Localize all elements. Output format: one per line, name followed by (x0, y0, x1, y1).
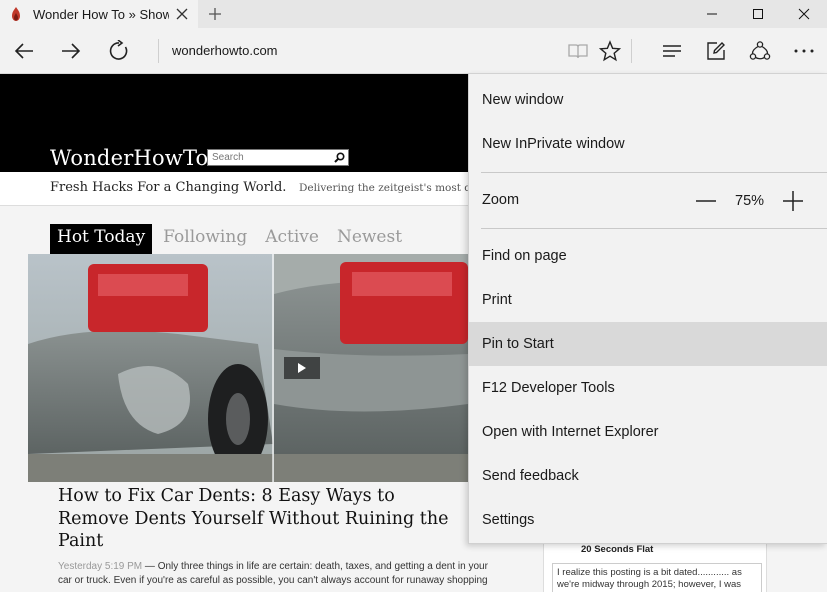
article-time: Yesterday 5:19 PM (58, 561, 143, 572)
tab-hot-today[interactable]: Hot Today (50, 224, 153, 254)
minimize-button[interactable] (689, 0, 735, 28)
minimize-icon (707, 13, 717, 15)
site-logo[interactable]: WonderHowTo (50, 146, 208, 170)
tab-newest[interactable]: Newest (330, 224, 409, 254)
favorite-button[interactable] (595, 36, 625, 66)
side-card-text: I realize this posting is a bit dated...… (552, 563, 762, 592)
back-button[interactable] (9, 36, 39, 66)
share-icon (749, 41, 771, 60)
menu-item-new-inprivate-window[interactable]: New InPrivate window (469, 122, 827, 166)
site-search-placeholder: Search (212, 152, 244, 163)
share-button[interactable] (745, 36, 775, 66)
zoom-out-minus-icon[interactable] (695, 190, 717, 212)
hub-lines-icon (663, 45, 681, 57)
video-play-button[interactable] (284, 357, 320, 379)
site-tagline: Fresh Hacks For a Changing World. (50, 180, 287, 195)
car-dent-photo (28, 254, 468, 482)
zoom-in-plus-icon[interactable] (782, 190, 804, 212)
address-bar[interactable]: wonderhowto.com (172, 43, 278, 58)
forward-button[interactable] (56, 36, 86, 66)
reading-view-button (563, 36, 593, 66)
sidebar-comment-card[interactable]: 20 Seconds Flat I realize this posting i… (543, 540, 767, 592)
refresh-icon (109, 40, 128, 60)
menu-separator (481, 172, 827, 173)
maximize-button[interactable] (735, 0, 781, 28)
close-tab-icon[interactable] (174, 6, 190, 22)
article-excerpt: Yesterday 5:19 PM — Only three things in… (58, 560, 504, 588)
tab-title: Wonder How To » Show (33, 6, 169, 22)
refresh-button[interactable] (104, 36, 134, 66)
navigation-toolbar: wonderhowto.com (0, 28, 827, 74)
side-card-title: 20 Seconds Flat (581, 544, 654, 555)
hub-button[interactable] (657, 36, 687, 66)
close-icon (798, 8, 810, 20)
more-dots-icon (794, 49, 814, 53)
zoom-value: 75% (735, 193, 765, 209)
close-window-button[interactable] (781, 0, 827, 28)
forward-arrow-icon (62, 43, 81, 59)
zoom-label: Zoom (482, 192, 520, 208)
article-hero-image[interactable] (28, 254, 468, 482)
menu-item-find-on-page[interactable]: Find on page (469, 234, 827, 278)
tab-following[interactable]: Following (156, 224, 254, 254)
search-icon[interactable] (334, 152, 345, 163)
reading-view-book-icon (568, 44, 588, 59)
title-bar: Wonder How To » Show (0, 0, 827, 28)
menu-item-print[interactable]: Print (469, 278, 827, 322)
toolbar-divider (631, 39, 632, 63)
menu-separator (481, 228, 827, 229)
browser-tab[interactable]: Wonder How To » Show (0, 0, 198, 28)
site-subtagline: Delivering the zeitgeist's most de (299, 182, 478, 194)
article-title[interactable]: How to Fix Car Dents: 8 Easy Ways to Rem… (58, 485, 468, 553)
tab-active[interactable]: Active (258, 224, 326, 254)
play-icon (298, 363, 306, 373)
wonderhowto-favicon-icon (12, 7, 20, 21)
menu-item-zoom: Zoom 75% (469, 178, 827, 224)
menu-item-send-feedback[interactable]: Send feedback (469, 454, 827, 498)
more-actions-menu: New window New InPrivate window Zoom 75%… (468, 74, 827, 544)
site-search-input[interactable]: Search (207, 149, 349, 166)
star-icon (599, 40, 621, 62)
web-note-button[interactable] (701, 36, 731, 66)
web-note-pen-icon (707, 42, 725, 60)
menu-item-new-window[interactable]: New window (469, 78, 827, 122)
menu-item-f12-developer-tools[interactable]: F12 Developer Tools (469, 366, 827, 410)
new-tab-plus-icon[interactable] (207, 6, 223, 22)
content-nav-tabs: Hot Today Following Active Newest (50, 224, 413, 254)
menu-item-settings[interactable]: Settings (469, 498, 827, 542)
menu-item-open-with-ie[interactable]: Open with Internet Explorer (469, 410, 827, 454)
maximize-icon (753, 9, 763, 19)
more-actions-button[interactable] (789, 36, 819, 66)
toolbar-divider (158, 39, 159, 63)
menu-item-pin-to-start[interactable]: Pin to Start (469, 322, 827, 366)
back-arrow-icon (14, 43, 33, 59)
